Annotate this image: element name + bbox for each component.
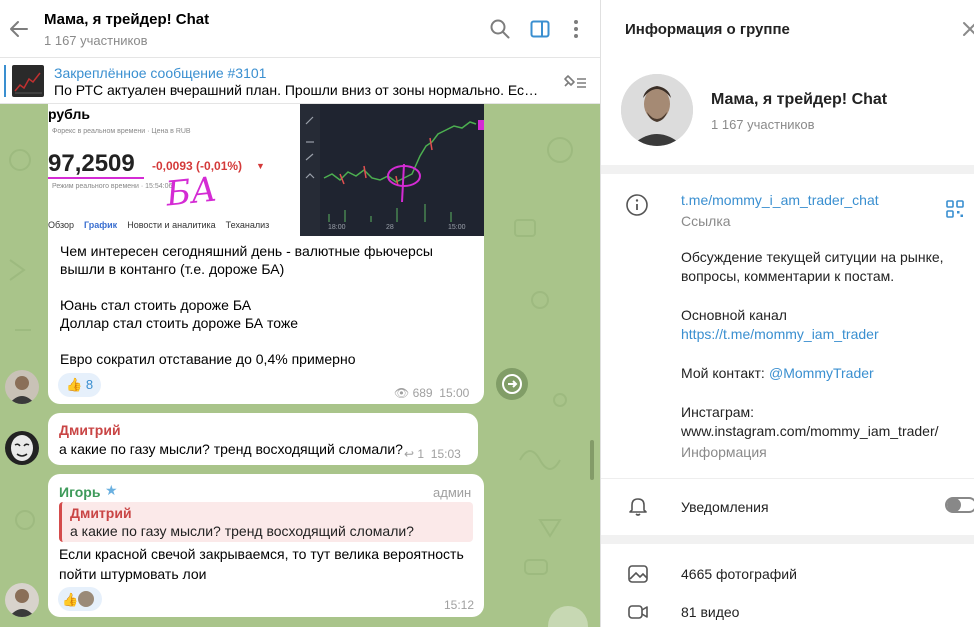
tab-chart: График (84, 220, 118, 230)
down-triangle-icon: ▼ (256, 161, 265, 171)
chat-header: Мама, я трейдер! Chat 1 167 участников (0, 0, 600, 58)
instagram-url: www.instagram.com/mommy_iam_trader/ (681, 423, 939, 439)
reply-text: а какие по газу мысли? тренд восходящий … (70, 523, 414, 539)
reply-quote[interactable]: Дмитрий а какие по газу мысли? тренд вос… (59, 502, 473, 542)
main-channel-link[interactable]: https://t.me/mommy_iam_trader (681, 326, 879, 342)
pinned-thumbnail (12, 65, 44, 97)
info-header-title: Информация о группе (625, 21, 790, 38)
sidebar-toggle-icon[interactable] (529, 18, 551, 40)
eye-icon: 👁 (394, 386, 410, 400)
tab-overview: Обзор (48, 220, 74, 230)
main-channel-label: Основной канал (681, 307, 787, 323)
sender-name[interactable]: Игорь (59, 484, 100, 500)
message-meta: ↩ 1 15:03 (404, 447, 461, 461)
reactor-avatar (78, 591, 95, 607)
sender-name[interactable]: Дмитрий (59, 422, 121, 438)
quote-price: 97,2509 (48, 150, 135, 177)
reply-sender: Дмитрий (70, 505, 132, 521)
thumbs-up-icon: 👍 (66, 377, 83, 392)
group-info-panel: Информация о группе Мама, я трейдер! Cha… (600, 0, 974, 627)
avatar[interactable] (5, 583, 39, 617)
thumbs-up-icon: 👍 (62, 592, 79, 607)
view-count: 689 (412, 386, 433, 400)
group-avatar[interactable] (621, 74, 693, 146)
quote-realtime: Режим реального времени · 15:54:06 (52, 183, 173, 190)
photo-icon (628, 565, 648, 583)
message-time: 15:12 (444, 598, 475, 612)
qr-code-icon[interactable] (945, 199, 965, 219)
message-paragraph: Юань стал стоить дороже БА Доллар стал с… (60, 297, 299, 331)
reply-arrow-icon: ↩ (404, 447, 415, 461)
quote-sub: Форекс в реальном времени · Цена в RUB (52, 128, 191, 135)
tab-technical: Теханализ (225, 220, 270, 230)
message-bubble[interactable]: Игорь ★ админ Дмитрий а какие по газу мы… (48, 474, 484, 617)
tab-news: Новости и аналитика (127, 220, 216, 230)
divider (601, 478, 974, 479)
reply-count[interactable]: 1 (417, 447, 424, 461)
chat-member-count: 1 167 участников (44, 33, 148, 48)
divider (601, 165, 974, 174)
message-meta: 👁 689 15:00 (394, 386, 469, 400)
message-time: 15:00 (439, 386, 470, 400)
bell-icon (629, 498, 647, 516)
handwritten-note: БА (164, 169, 219, 215)
notifications-toggle[interactable] (945, 497, 974, 513)
toggle-knob (947, 498, 961, 512)
photos-count[interactable]: 4665 фотографий (681, 566, 797, 582)
reaction-thumbs-up[interactable]: 👍 8 (58, 373, 102, 397)
group-name: Мама, я трейдер! Chat (711, 91, 888, 108)
back-arrow-icon[interactable] (8, 18, 30, 40)
reaction-count: 8 (85, 377, 94, 392)
divider (601, 535, 974, 544)
chart-xlabel-1: 18:00 (328, 224, 346, 231)
message-bubble[interactable]: Дмитрий а какие по газу мысли? тренд вос… (48, 413, 478, 465)
chart-xlabel-3: 15:00 (448, 224, 466, 231)
instagram-label: Инстаграм: (681, 404, 755, 420)
contact-label: Мой контакт: (681, 365, 765, 381)
message-time: 15:03 (430, 447, 461, 461)
chat-title[interactable]: Мама, я трейдер! Chat (44, 11, 209, 28)
notifications-label: Уведомления (681, 499, 769, 515)
description-line: Обсуждение текущей ситуции на рынке, (681, 249, 944, 265)
video-icon (628, 605, 648, 619)
message-text: Если красной свечой закрываемся, то тут … (59, 546, 464, 582)
videos-count[interactable]: 81 видео (681, 604, 739, 620)
star-icon: ★ (105, 482, 118, 498)
reaction-thumbs-up[interactable]: 👍 (58, 587, 102, 611)
message-bubble[interactable]: рубль Форекс в реальном времени · Цена в… (48, 104, 484, 404)
pinned-indicator (4, 65, 6, 97)
admin-badge: админ (433, 485, 472, 500)
avatar[interactable] (5, 370, 39, 404)
group-link[interactable]: t.me/mommy_i_am_trader_chat (681, 192, 879, 208)
forward-arrow-icon[interactable] (496, 368, 528, 400)
contact-handle-link[interactable]: @MommyTrader (769, 365, 874, 381)
more-vertical-icon[interactable] (565, 18, 587, 40)
pinned-text: По РТС актуален вчерашний план. Прошли в… (54, 82, 544, 98)
message-image-chart[interactable]: 18:00 28 15:00 (300, 104, 484, 236)
info-label: Информация (681, 444, 767, 460)
info-icon (626, 194, 648, 216)
description-line: вопросы, комментарии к постам. (681, 268, 895, 284)
message-paragraph: Чем интересен сегодняшний день - валютны… (60, 243, 433, 277)
close-icon[interactable] (961, 20, 974, 38)
pinned-message-bar[interactable]: Закреплённое сообщение #3101 По РТС акту… (0, 58, 600, 104)
chart-xlabel-2: 28 (386, 224, 394, 231)
message-paragraph: Евро сократил отставание до 0,4% примерн… (60, 351, 356, 367)
pinned-title: Закреплённое сообщение #3101 (54, 65, 267, 81)
pinned-list-icon[interactable] (560, 70, 588, 92)
search-icon[interactable] (489, 18, 511, 40)
group-member-count[interactable]: 1 167 участников (711, 117, 815, 132)
message-image-quote[interactable]: рубль Форекс в реальном времени · Цена в… (48, 104, 300, 236)
chat-scrollbar[interactable] (590, 440, 594, 480)
price-underline (48, 177, 144, 179)
message-text: а какие по газу мысли? тренд восходящий … (59, 441, 403, 457)
chat-pane: Мама, я трейдер! Chat 1 167 участников З… (0, 0, 600, 627)
quote-tabs: Обзор График Новости и аналитика Теханал… (48, 220, 269, 230)
group-link-label: Ссылка (681, 213, 731, 229)
avatar[interactable] (5, 431, 39, 465)
quote-title: рубль (48, 106, 90, 122)
message-text: Чем интересен сегодняшний день - валютны… (60, 242, 480, 368)
